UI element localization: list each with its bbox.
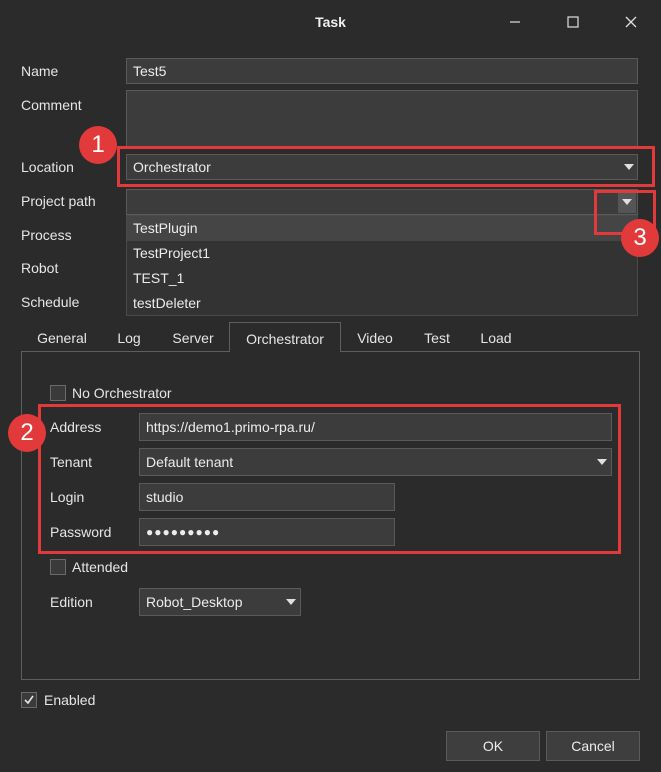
- active-tab-joiner: [230, 350, 340, 352]
- tab-log[interactable]: Log: [104, 322, 154, 352]
- comment-input[interactable]: [126, 90, 638, 148]
- tab-general[interactable]: General: [24, 322, 100, 352]
- edition-value: Robot_Desktop: [146, 594, 243, 610]
- schedule-label: Schedule: [21, 294, 80, 310]
- enabled-checkbox[interactable]: [21, 692, 37, 708]
- edition-label: Edition: [50, 594, 93, 610]
- dropdown-option-test-1[interactable]: TEST_1: [127, 266, 637, 291]
- annotation-highlight-1: [117, 146, 655, 187]
- cancel-button[interactable]: Cancel: [546, 731, 640, 761]
- project-dropdown-list: TestPlugin TestProject1 TEST_1 testDelet…: [126, 215, 638, 316]
- attended-checkbox[interactable]: [50, 559, 66, 575]
- annotation-highlight-2: [38, 404, 621, 554]
- annotation-badge-2: 2: [8, 414, 46, 452]
- name-label: Name: [21, 63, 59, 79]
- comment-label: Comment: [21, 97, 82, 113]
- annotation-badge-1: 1: [79, 126, 117, 164]
- no-orchestrator-checkbox[interactable]: [50, 385, 66, 401]
- dropdown-option-testdeleter[interactable]: testDeleter: [127, 291, 637, 316]
- tab-test[interactable]: Test: [410, 322, 464, 352]
- maximize-icon[interactable]: [550, 8, 596, 36]
- chevron-down-icon[interactable]: [286, 599, 296, 605]
- tab-server[interactable]: Server: [158, 322, 228, 352]
- annotation-badge-3: 3: [621, 219, 659, 257]
- dropdown-option-testplugin[interactable]: TestPlugin: [127, 216, 637, 241]
- tab-orchestrator[interactable]: Orchestrator: [229, 322, 341, 352]
- project-path-label: Project path: [21, 193, 96, 209]
- location-label: Location: [21, 159, 74, 175]
- enabled-label: Enabled: [44, 692, 96, 708]
- close-icon[interactable]: [608, 8, 654, 36]
- minimize-icon[interactable]: [492, 8, 538, 36]
- tab-load[interactable]: Load: [468, 322, 524, 352]
- process-label: Process: [21, 227, 72, 243]
- ok-button[interactable]: OK: [446, 731, 540, 761]
- edition-select[interactable]: Robot_Desktop: [139, 588, 301, 616]
- tab-video[interactable]: Video: [344, 322, 406, 352]
- attended-label: Attended: [72, 559, 129, 575]
- checkmark-icon: [24, 695, 34, 705]
- dropdown-option-testproject1[interactable]: TestProject1: [127, 241, 637, 266]
- project-path-select[interactable]: [126, 189, 638, 215]
- no-orchestrator-label: No Orchestrator: [72, 385, 172, 401]
- robot-label: Robot: [21, 260, 59, 276]
- name-input[interactable]: Test5: [126, 58, 638, 84]
